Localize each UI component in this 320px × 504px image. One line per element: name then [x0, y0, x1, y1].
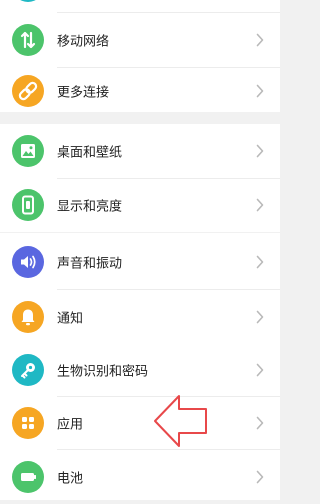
- settings-row-biometrics[interactable]: 生物识别和密码: [0, 343, 280, 397]
- settings-row-label: 移动网络: [57, 34, 110, 50]
- settings-row-sound-vibration[interactable]: 声音和振动: [0, 235, 280, 289]
- settings-row-display-brightness[interactable]: 显示和亮度: [0, 178, 280, 232]
- settings-row-wallpaper[interactable]: 桌面和壁纸: [0, 124, 280, 178]
- settings-group-network: 移动网络 更多连接: [0, 0, 280, 112]
- left-arrow-annotation-icon: [154, 395, 207, 447]
- key-icon: [12, 354, 44, 386]
- settings-group-display: 桌面和壁纸 显示和亮度: [0, 124, 280, 232]
- display-brightness-icon: [12, 189, 44, 221]
- settings-row-label: 应用: [57, 417, 84, 433]
- chevron-right-icon: [256, 416, 264, 430]
- settings-row-notifications[interactable]: 通知: [0, 290, 280, 344]
- settings-row-more-connections[interactable]: 更多连接: [0, 64, 280, 118]
- chevron-right-icon: [256, 310, 264, 324]
- wallpaper-icon: [12, 135, 44, 167]
- chevron-right-icon: [256, 363, 264, 377]
- settings-row-label: 声音和振动: [57, 256, 123, 272]
- chevron-right-icon: [256, 198, 264, 212]
- settings-row-label: 通知: [57, 311, 84, 327]
- settings-group-sound: 声音和振动 通知: [0, 233, 280, 343]
- link-icon: [12, 75, 44, 107]
- volume-icon: [12, 246, 44, 278]
- settings-row-mobile-network[interactable]: 移动网络: [0, 13, 280, 67]
- settings-group-security: 生物识别和密码 应用 电池: [0, 343, 280, 500]
- chevron-right-icon: [256, 144, 264, 158]
- settings-row-battery[interactable]: 电池: [0, 450, 280, 504]
- settings-row-hidden[interactable]: [0, 0, 280, 12]
- settings-row-label: 更多连接: [57, 85, 110, 101]
- settings-row-label: 生物识别和密码: [57, 364, 149, 380]
- settings-row-label: 电池: [57, 471, 84, 487]
- bell-icon: [12, 301, 44, 333]
- chevron-right-icon: [256, 255, 264, 269]
- mobile-data-icon: [12, 24, 44, 56]
- chevron-right-icon: [256, 84, 264, 98]
- partial-icon: [12, 0, 44, 2]
- settings-row-apps[interactable]: 应用: [0, 396, 280, 450]
- settings-row-label: 显示和亮度: [57, 199, 123, 215]
- battery-icon: [12, 461, 44, 493]
- settings-row-label: 桌面和壁纸: [57, 145, 123, 161]
- chevron-right-icon: [256, 470, 264, 484]
- apps-grid-icon: [12, 407, 44, 439]
- chevron-right-icon: [256, 33, 264, 47]
